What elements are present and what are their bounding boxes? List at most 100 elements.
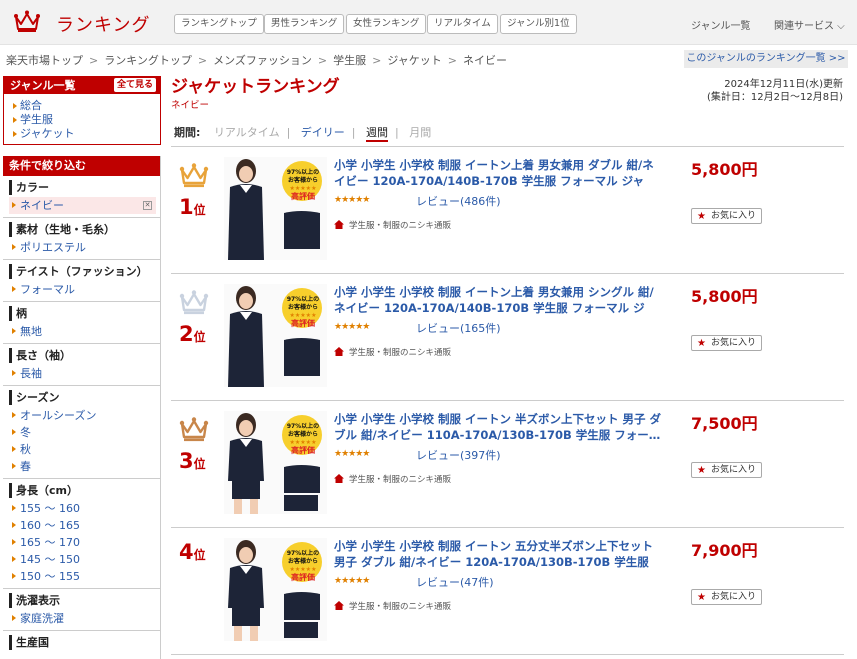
badge-line3: 高評価 [291,319,315,328]
header: ランキング ランキングトップ 男性ランキング 女性ランキング リアルタイム ジャ… [0,0,857,45]
rating-stars: ★★★★★ [334,195,370,205]
home-icon [334,474,344,483]
genre-title-text: ジャンル一覧 [10,79,76,92]
filter-item[interactable]: 冬 [3,424,160,441]
breadcrumb-sep: > [197,54,208,67]
badge-pct: 97%以上の [286,423,320,430]
filter-item-selected[interactable]: ネイビー ✕ [9,197,156,214]
product-image[interactable]: 97%以上の お客様から ★★★★★ 高評価 [224,538,327,641]
site-title[interactable]: ランキング [56,11,150,37]
favorite-button[interactable]: ★ お気に入り [691,462,762,478]
filter-group-origin: 生産国 [3,631,160,655]
rank-suffix: 位 [193,548,206,562]
filter-heading: 長さ（袖） [9,348,160,363]
filter-item[interactable]: 155 〜 160 [3,500,160,517]
ranking-item: 3位 97%以上の お客様から ★★★★★ 高評価 小学 小学生 小学校 制服 … [171,401,844,528]
breadcrumb-item[interactable]: メンズファッション [213,54,312,67]
filter-heading: シーズン [9,390,160,405]
favorite-button[interactable]: ★ お気に入り [691,589,762,605]
rank-value: 1 [179,195,194,219]
period-selector: 期間: リアルタイム | デイリー | 週間 | 月間 [171,118,844,147]
filter-item[interactable]: オールシーズン [3,407,160,424]
breadcrumb-item[interactable]: 学生服 [333,54,366,67]
breadcrumb-item[interactable]: ランキングトップ [104,54,192,67]
filter-group-taste: テイスト（ファッション） フォーマル [3,260,160,302]
rating-stars: ★★★★★ [334,576,370,586]
filter-title: 条件で絞り込む [3,156,160,176]
filter-heading: 身長（cm） [9,483,160,498]
period-weekly[interactable]: 週間 [366,126,389,142]
genre-list-link[interactable]: ジャンル一覧 [691,17,751,32]
shop-link[interactable]: 学生服・制服のニシキ通販 [334,600,451,612]
product-image[interactable]: 97%以上の お客様から ★★★★★ 高評価 [224,157,327,260]
review-link[interactable]: レビュー(47件) [416,574,494,590]
filter-group-color: カラー ネイビー ✕ [3,176,160,218]
genre-box: ジャンル一覧 全て見る 総合 学生服 ジャケット [3,76,161,145]
genre-ranking-list-link[interactable]: このジャンルのランキング一覧 >> [684,50,848,68]
filter-item[interactable]: 145 〜 150 [3,551,160,568]
filter-item[interactable]: 無地 [3,323,160,340]
product-image[interactable]: 97%以上の お客様から ★★★★★ 高評価 [224,411,327,514]
filter-item[interactable]: 家庭洗濯 [3,610,160,627]
product-title[interactable]: 小学 小学生 小学校 制服 イートン 五分丈半ズボン上下セット 男子 ダブル 紺… [334,538,664,571]
product-title[interactable]: 小学 小学生 小学校 制服 イートン 半ズボン上下セット 男子 ダブル 紺/ネイ… [334,411,664,444]
period-range: (集計日：12月2日〜12月8日) [707,92,843,103]
breadcrumb-item[interactable]: 楽天市場トップ [6,54,83,67]
shop-name: 学生服・制服のニシキ通販 [349,221,452,231]
nav-female-ranking[interactable]: 女性ランキング [346,14,427,34]
nav-genre-top[interactable]: ジャンル別1位 [500,14,577,34]
star-icon: ★ [697,338,706,349]
see-all-button[interactable]: 全て見る [113,78,156,92]
rank-suffix: 位 [193,457,206,471]
shop-link[interactable]: 学生服・制服のニシキ通販 [334,473,451,485]
rank-suffix: 位 [193,203,206,217]
genre-item-uniform[interactable]: 学生服 [12,113,160,127]
badge-line3: 高評価 [291,192,315,201]
product-image[interactable]: 97%以上の お客様から ★★★★★ 高評価 [224,284,327,387]
breadcrumb: 楽天市場トップ > ランキングトップ > メンズファッション > 学生服 > ジャケット > ネイビ… [6,52,507,68]
nav-realtime[interactable]: リアルタイム [427,14,498,34]
review-badge: 97%以上の お客様から ★★★★★ 高評価 [280,423,326,455]
genre-item-jacket[interactable]: ジャケット [12,127,160,141]
filter-item[interactable]: 長袖 [3,365,160,382]
shop-link[interactable]: 学生服・制服のニシキ通販 [334,219,451,231]
favorite-button[interactable]: ★ お気に入り [691,335,762,351]
remove-filter-icon[interactable]: ✕ [143,201,152,210]
filter-panel: 条件で絞り込む カラー ネイビー ✕ 素材（生地・毛糸） ポリエステル テイスト（… [3,156,161,659]
review-link[interactable]: レビュー(397件) [416,447,501,463]
review-link[interactable]: レビュー(486件) [416,193,501,209]
breadcrumb-sep: > [317,54,328,67]
breadcrumb-sep: > [447,54,457,67]
product-title[interactable]: 小学 小学生 小学校 制服 イートン上着 男女兼用 シングル 紺/ネイビー 12… [334,284,664,317]
filter-heading: 洗濯表示 [9,593,160,608]
filter-heading: 柄 [9,306,160,321]
favorite-label: お気に入り [711,465,757,475]
product-title[interactable]: 小学 小学生 小学校 制服 イートン上着 男女兼用 ダブル 紺/ネイビー 120… [334,157,664,190]
badge-line2: お客様から [287,558,318,565]
filter-item[interactable]: フォーマル [3,281,160,298]
nav-ranking-top[interactable]: ランキングトップ [174,14,264,34]
rank-value: 3 [179,449,194,473]
update-info: 2024年12月11日(水)更新 (集計日：12月2日〜12月8日) [707,78,843,104]
filter-item[interactable]: 160 〜 165 [3,517,160,534]
genre-item-all[interactable]: 総合 [12,99,160,113]
filter-item[interactable]: 春 [3,458,160,475]
breadcrumb-item[interactable]: ジャケット [387,54,441,67]
filter-group-height: 身長（cm） 155 〜 160 160 〜 165 165 〜 170 145… [3,479,160,589]
favorite-button[interactable]: ★ お気に入り [691,208,762,224]
favorite-label: お気に入り [711,211,757,221]
filter-item[interactable]: ポリエステル [3,239,160,256]
review-link[interactable]: レビュー(165件) [416,320,501,336]
breadcrumb-item[interactable]: ネイビー [463,54,507,67]
filter-item[interactable]: 165 〜 170 [3,534,160,551]
filter-item[interactable]: 秋 [3,441,160,458]
shop-link[interactable]: 学生服・制服のニシキ通販 [334,346,451,358]
nav-male-ranking[interactable]: 男性ランキング [264,14,345,34]
period-daily[interactable]: デイリー [301,126,345,139]
rating-stars: ★★★★★ [334,449,370,459]
filter-item[interactable]: 150 〜 155 [3,568,160,585]
product-price: 5,800円 [691,287,758,306]
crown-icon[interactable] [14,9,40,33]
page-subtitle: ネイビー [171,100,210,111]
related-services-menu[interactable]: 関連サービス ⌵ [774,17,845,32]
